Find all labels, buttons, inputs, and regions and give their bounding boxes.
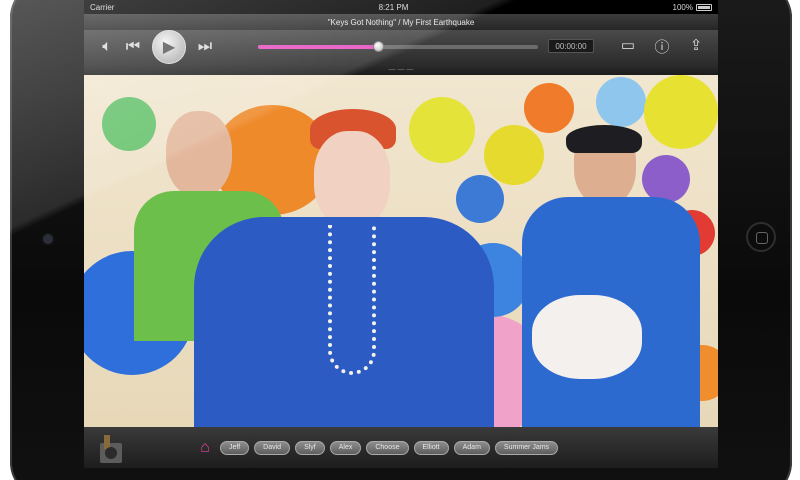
sub-strip-label: — — — <box>388 66 414 73</box>
play-icon: ▶︎ <box>162 39 176 56</box>
share-icon[interactable]: ⇪ <box>684 36 708 57</box>
elapsed-time: 00:00:00 <box>548 39 594 53</box>
volume-icon[interactable]: 🔈︎ <box>94 38 120 56</box>
clock-label: 8:21 PM <box>378 2 409 12</box>
tag-chip[interactable]: Elliott <box>413 440 449 455</box>
next-track-icon[interactable]: ⏭︎ <box>192 38 218 56</box>
tag-chip[interactable]: Slyf <box>295 440 325 455</box>
tag-chip[interactable]: David <box>254 440 291 455</box>
play-button[interactable]: ▶︎ <box>152 30 186 64</box>
tag-list: Jeff David Slyf Alex Choose Elliott Adam… <box>220 440 559 455</box>
player-controls: 🔈︎ ⏮︎ ▶︎ ⏭︎ 00:00:00 ▭︎ ⓘ ⇪ <box>84 30 718 64</box>
tag-chip[interactable]: Alex <box>329 440 362 455</box>
battery-icon <box>696 3 712 11</box>
singer-center <box>194 105 494 427</box>
now-playing-title: "Keys Got Nothing" / My First Earthquake <box>327 17 475 27</box>
tag-chip[interactable]: Choose <box>366 440 409 455</box>
tag-chip[interactable]: Jeff <box>220 440 250 455</box>
guitarist-right <box>516 125 706 427</box>
airplay-icon[interactable]: ▭︎ <box>616 36 640 57</box>
video-frame[interactable] <box>84 75 718 427</box>
now-playing-strip: "Keys Got Nothing" / My First Earthquake <box>84 14 718 30</box>
album-thumbnail-art <box>100 434 122 463</box>
tag-chip[interactable]: Adam <box>453 440 490 455</box>
device-home-button[interactable] <box>746 222 776 252</box>
tag-bar: ⌂ Jeff David Slyf Alex Choose Elliott Ad… <box>84 427 718 468</box>
previous-track-icon[interactable]: ⏮︎ <box>120 38 146 56</box>
elapsed-time-value: 00:00:00 <box>555 41 587 51</box>
sub-strip: — — — <box>84 64 718 75</box>
app-screen: Carrier 8:21 PM 100% "Keys Got Nothing" … <box>84 0 718 468</box>
home-icon[interactable]: ⌂ <box>194 439 216 457</box>
status-bar: Carrier 8:21 PM 100% <box>84 0 718 14</box>
battery-indicator: 100% <box>673 3 712 12</box>
progress-slider[interactable] <box>258 41 538 52</box>
player-actions: ▭︎ ⓘ ⇪ <box>616 36 708 57</box>
album-thumbnail[interactable] <box>94 431 130 465</box>
progress-fill <box>258 45 379 49</box>
tag-chip[interactable]: Summer Jams <box>494 440 559 455</box>
progress-knob[interactable] <box>373 41 385 52</box>
balloon-lightblue <box>596 77 646 127</box>
carrier-label: Carrier <box>90 2 115 12</box>
info-icon[interactable]: ⓘ <box>650 36 674 57</box>
front-camera <box>43 234 53 244</box>
battery-percent: 100% <box>672 2 693 12</box>
